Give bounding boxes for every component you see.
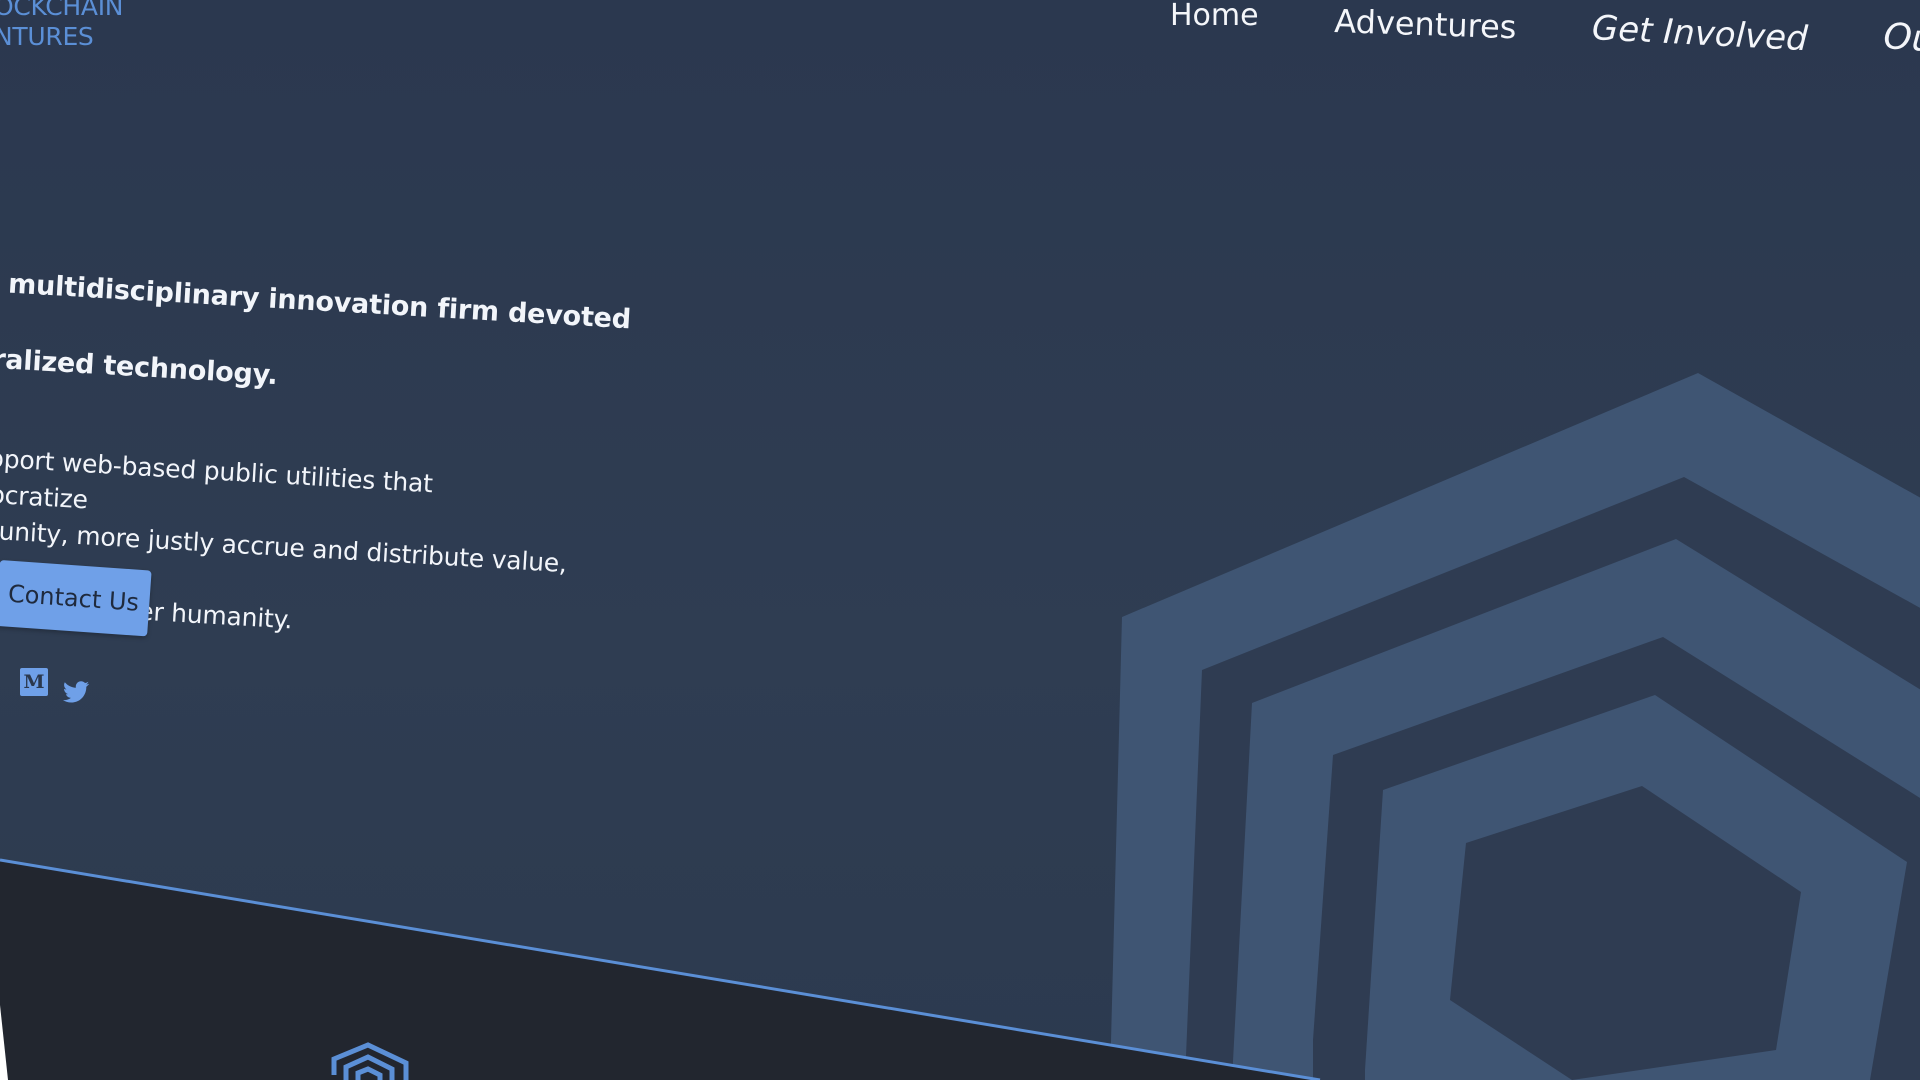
- hero-body-line1: e support web-based public utilities tha…: [0, 441, 434, 515]
- hero-lead-line2: entralized technology.: [0, 340, 279, 392]
- hexagon-ring-3: [1232, 539, 1920, 1080]
- page: OCKCHAIN NTURES Home Adventures Get Invo…: [0, 0, 1920, 1080]
- hero-lead: is a multidisciplinary innovation firm d…: [0, 262, 647, 416]
- main-nav: Home Adventures Get Involved Ou: [0, 0, 1920, 60]
- medium-icon[interactable]: M: [20, 668, 48, 696]
- footer-logo-icon: [331, 1042, 409, 1080]
- hexagon-ring-2: [1185, 477, 1920, 1080]
- hexagon-ring-4: [1313, 637, 1920, 1080]
- hexagon-outer: [1110, 373, 1920, 1080]
- hexagon-core: [1450, 786, 1801, 1080]
- hexagon-ring-5: [1365, 695, 1907, 1080]
- hero-lead-line1: is a multidisciplinary innovation firm d…: [0, 265, 632, 336]
- nav-link-adventures[interactable]: Adventures: [1334, 2, 1517, 46]
- contact-us-button[interactable]: Contact Us: [0, 560, 152, 637]
- twitter-icon[interactable]: [62, 678, 90, 706]
- nav-link-get-involved[interactable]: Get Involved: [1591, 8, 1809, 59]
- nav-link-home[interactable]: Home: [1170, 0, 1259, 33]
- nav-link-our[interactable]: Ou: [1882, 16, 1920, 60]
